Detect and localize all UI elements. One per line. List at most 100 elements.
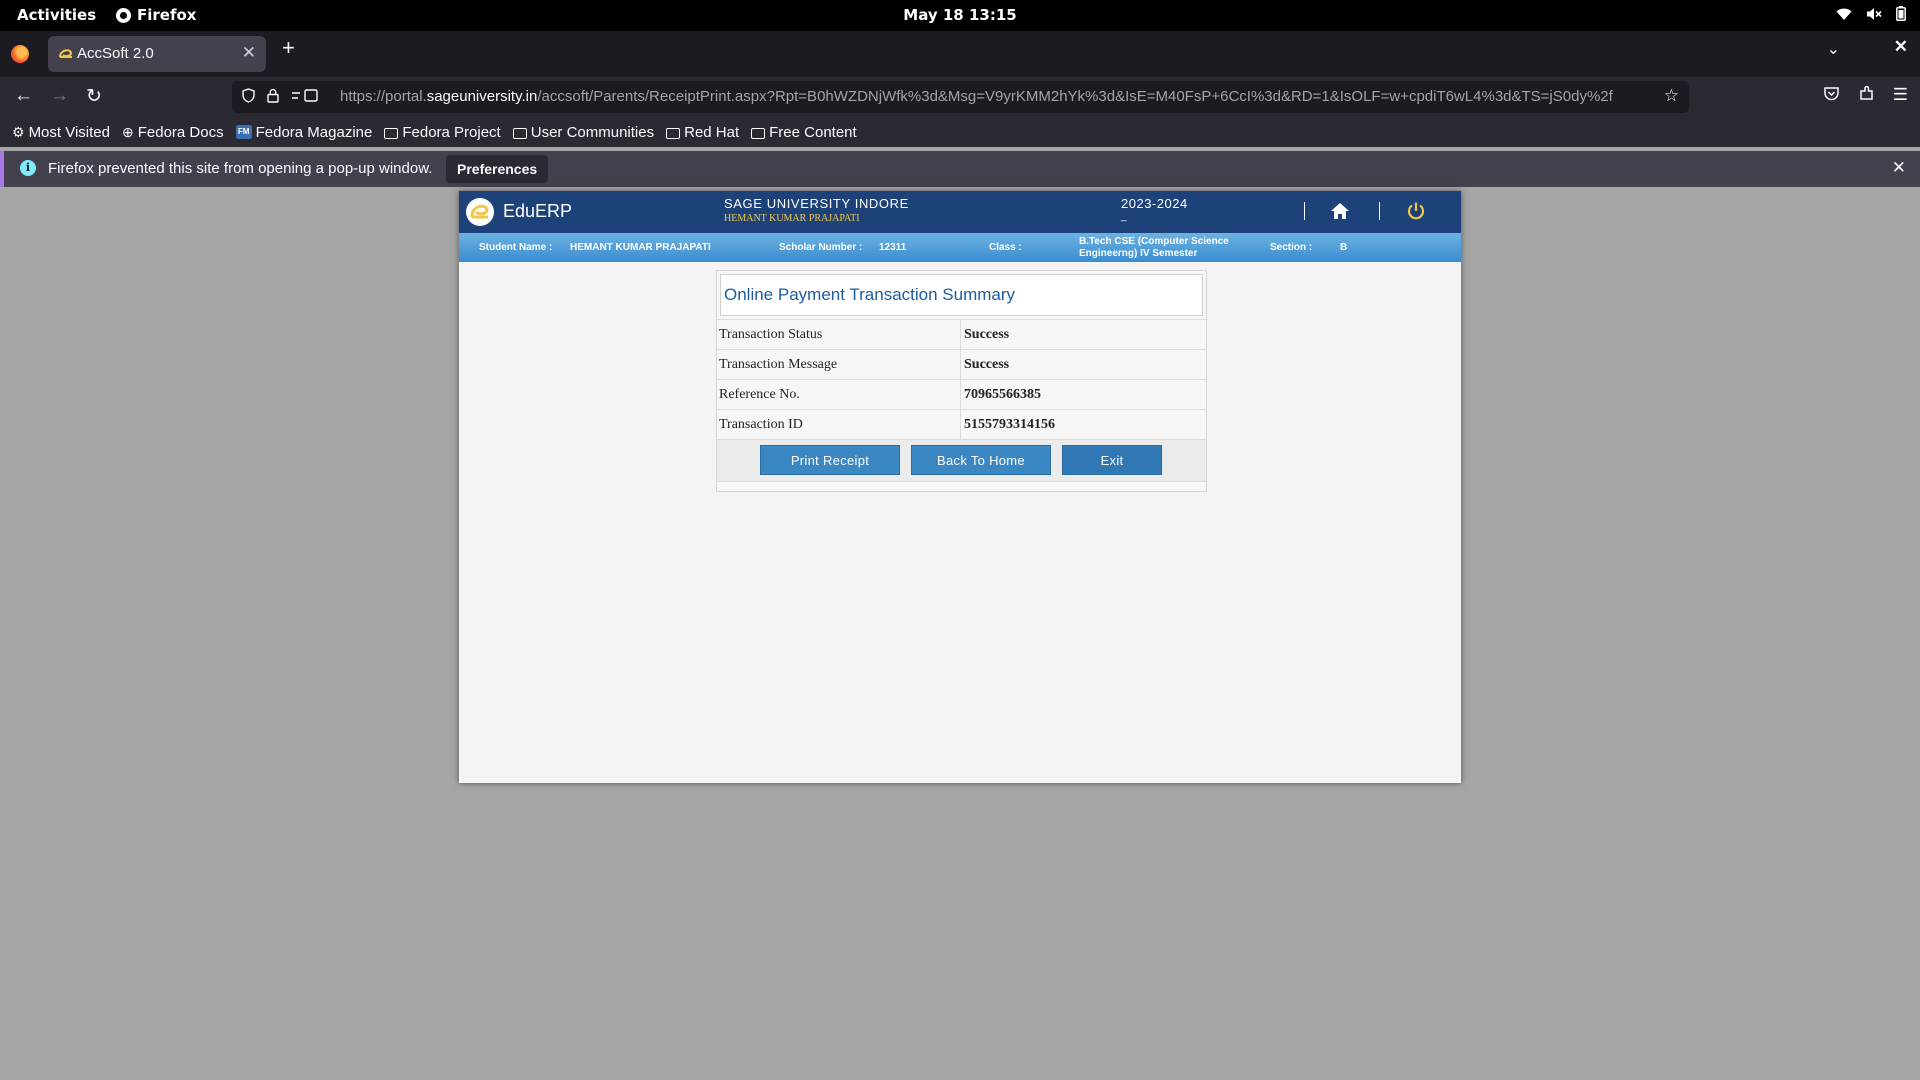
bookmark-most-visited[interactable]: ⚙ Most Visited xyxy=(12,124,110,141)
academic-session: 2023-2024 xyxy=(1121,196,1188,211)
bookmark-label: Fedora Magazine xyxy=(255,123,373,141)
row-value: 70965566385 xyxy=(964,387,1041,402)
class-label: Class : xyxy=(989,242,1022,253)
panel-footer xyxy=(717,482,1206,491)
bookmark-fedora-project[interactable]: Fedora Project xyxy=(384,123,501,141)
page-viewport: EduERP SAGE UNIVERSITY INDORE HEMANT KUM… xyxy=(0,187,1920,1080)
volume-muted-icon xyxy=(1867,7,1882,20)
info-icon: i xyxy=(20,160,36,176)
header-divider xyxy=(1379,202,1380,220)
window-close-icon[interactable]: ✕ xyxy=(1894,37,1908,57)
battery-icon xyxy=(1896,6,1906,21)
folder-icon xyxy=(751,127,766,139)
url-bar[interactable]: https://portal.sageuniversity.in/accsoft… xyxy=(232,81,1689,113)
reload-icon[interactable]: ↻ xyxy=(86,85,102,108)
student-info-bar: Student Name : HEMANT KUMAR PRAJAPATI Sc… xyxy=(459,233,1461,262)
header-divider xyxy=(1304,202,1305,220)
bookmark-label: Free Content xyxy=(769,123,857,141)
bookmark-label: Fedora Project xyxy=(402,123,501,141)
row-value: Success xyxy=(964,327,1010,342)
eduerp-favicon xyxy=(59,49,73,58)
url-path: /accsoft/Parents/ReceiptPrint.aspx?Rpt=B… xyxy=(537,88,1613,105)
row-label: Reference No. xyxy=(717,380,961,409)
print-receipt-button[interactable]: Print Receipt xyxy=(760,445,900,475)
scholar-number-label: Scholar Number : xyxy=(779,242,863,253)
summary-title-box: Online Payment Transaction Summary xyxy=(720,274,1203,316)
clock[interactable]: May 18 13:15 xyxy=(0,6,1920,24)
bookmark-user-communities[interactable]: User Communities xyxy=(512,123,655,141)
bookmark-label: User Communities xyxy=(530,123,655,141)
transaction-summary-panel: Online Payment Transaction Summary Trans… xyxy=(716,270,1207,492)
tab-close-icon[interactable]: ✕ xyxy=(242,43,256,63)
bookmark-red-hat[interactable]: Red Hat xyxy=(666,124,739,141)
url-host: sageuniversity.in xyxy=(426,88,538,105)
bookmark-fedora-magazine[interactable]: FM Fedora Magazine xyxy=(235,123,373,141)
row-value: Success xyxy=(964,357,1010,372)
table-row: Transaction Message Success xyxy=(717,349,1206,379)
table-row: Transaction Status Success xyxy=(717,319,1206,349)
folder-icon xyxy=(384,127,399,139)
wifi-icon xyxy=(1836,8,1852,20)
pocket-icon[interactable] xyxy=(1823,85,1840,102)
notification-close-icon[interactable]: ✕ xyxy=(1892,158,1906,178)
row-label: Transaction Status xyxy=(717,320,961,349)
system-top-bar: Activities Firefox May 18 13:15 xyxy=(0,0,1920,31)
new-tab-icon[interactable]: + xyxy=(282,35,295,61)
bookmark-fedora-docs[interactable]: ⊕ Fedora Docs xyxy=(122,124,224,141)
bookmarks-toolbar: ⚙ Most Visited ⊕ Fedora Docs FM Fedora Maga… xyxy=(0,117,1920,147)
notification-message: Firefox prevented this site from opening… xyxy=(48,160,433,177)
globe-icon: ⊕ xyxy=(122,123,134,140)
url-scheme: https://portal. xyxy=(340,88,427,105)
bookmark-label: Most Visited xyxy=(28,123,110,141)
table-row: Transaction ID 5155793314156 xyxy=(717,409,1206,439)
erp-header: EduERP SAGE UNIVERSITY INDORE HEMANT KUM… xyxy=(459,191,1461,233)
row-label: Transaction ID xyxy=(717,410,961,439)
row-value: 5155793314156 xyxy=(964,417,1055,432)
action-buttons: Print Receipt Back To Home Exit xyxy=(717,439,1206,482)
logged-in-user: HEMANT KUMAR PRAJAPATI xyxy=(724,213,860,224)
firefox-view-icon[interactable] xyxy=(11,45,29,63)
power-icon[interactable] xyxy=(1406,201,1426,221)
class-line-1: B.Tech CSE (Computer Science xyxy=(1079,236,1229,247)
gear-icon: ⚙ xyxy=(12,123,25,140)
session-sub: _ xyxy=(1121,211,1127,222)
exit-button[interactable]: Exit xyxy=(1062,445,1162,475)
lock-icon[interactable] xyxy=(267,88,279,103)
tracking-protection-shield-icon[interactable] xyxy=(242,88,255,103)
url-text[interactable]: https://portal.sageuniversity.in/accsoft… xyxy=(340,88,1660,105)
row-label: Transaction Message xyxy=(717,350,961,379)
folder-icon xyxy=(512,127,527,139)
tab-title: AccSoft 2.0 xyxy=(77,45,154,62)
eduerp-logo-icon xyxy=(466,198,494,226)
folder-icon xyxy=(666,127,681,139)
bookmark-star-icon[interactable]: ☆ xyxy=(1664,86,1679,106)
back-to-home-button[interactable]: Back To Home xyxy=(911,445,1051,475)
forward-icon[interactable]: → xyxy=(50,85,69,107)
permissions-icon[interactable] xyxy=(291,88,321,103)
bookmark-label: Fedora Docs xyxy=(137,123,224,141)
student-name: HEMANT KUMAR PRAJAPATI xyxy=(570,242,711,253)
back-icon[interactable]: ← xyxy=(14,85,33,107)
fedora-magazine-icon: FM xyxy=(235,125,252,139)
preferences-button[interactable]: Preferences xyxy=(446,155,549,183)
university-name: SAGE UNIVERSITY INDORE xyxy=(724,196,909,211)
scholar-number: 12311 xyxy=(879,242,907,253)
table-row: Reference No. 70965566385 xyxy=(717,379,1206,409)
navigation-toolbar: ← → ↻ https://portal.sageuniversity.in/a… xyxy=(0,77,1920,117)
bookmark-free-content[interactable]: Free Content xyxy=(751,124,857,141)
tab-strip: AccSoft 2.0 ✕ + ⌄ ✕ xyxy=(0,31,1920,77)
popup-blocked-notification: i Firefox prevented this site from openi… xyxy=(0,151,1920,187)
erp-page: EduERP SAGE UNIVERSITY INDORE HEMANT KUM… xyxy=(459,191,1461,783)
list-all-tabs-icon[interactable]: ⌄ xyxy=(1827,39,1840,59)
menu-hamburger-icon[interactable]: ☰ xyxy=(1893,85,1908,105)
class-line-2: Engineerng) IV Semester xyxy=(1079,248,1198,259)
summary-table: Transaction Status Success Transaction M… xyxy=(717,319,1206,439)
extensions-icon[interactable] xyxy=(1858,85,1875,102)
erp-brand: EduERP xyxy=(503,201,573,221)
bookmark-label: Red Hat xyxy=(684,123,740,141)
student-name-label: Student Name : xyxy=(479,242,553,253)
section-label: Section : xyxy=(1270,242,1313,253)
system-tray[interactable] xyxy=(1836,6,1906,21)
home-icon[interactable] xyxy=(1330,202,1350,220)
tab-accsoft[interactable]: AccSoft 2.0 ✕ xyxy=(48,36,266,72)
